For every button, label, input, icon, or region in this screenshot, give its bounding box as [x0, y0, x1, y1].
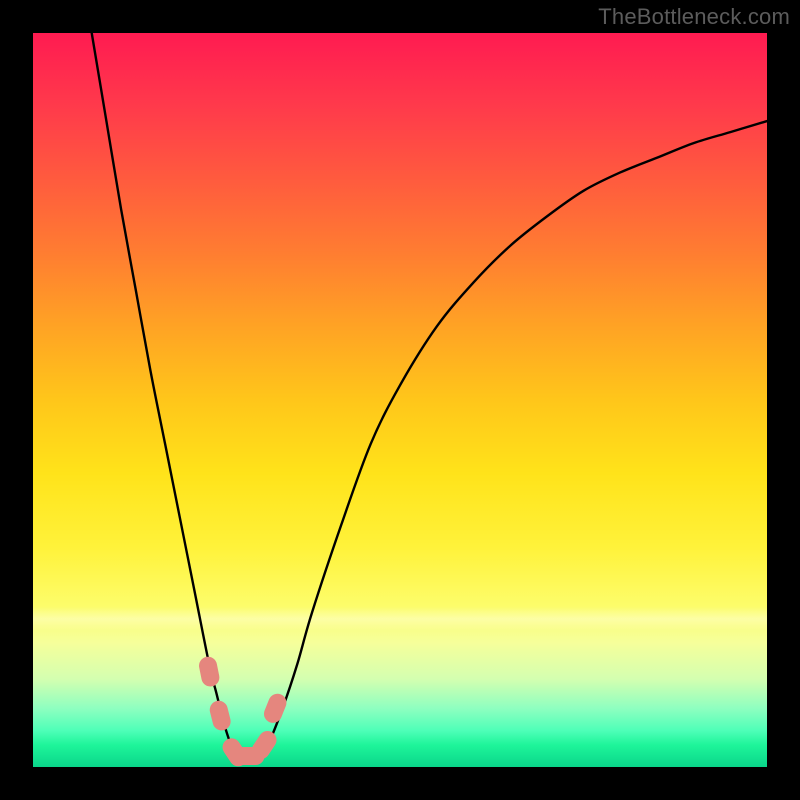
curve-markers: [197, 655, 289, 767]
plot-area: [33, 33, 767, 767]
curve-layer: [33, 33, 767, 767]
curve-marker: [197, 655, 221, 688]
chart-frame: TheBottleneck.com: [0, 0, 800, 800]
curve-marker: [261, 691, 289, 726]
curve-marker: [208, 699, 233, 732]
watermark-text: TheBottleneck.com: [598, 4, 790, 30]
bottleneck-curve: [92, 33, 767, 760]
